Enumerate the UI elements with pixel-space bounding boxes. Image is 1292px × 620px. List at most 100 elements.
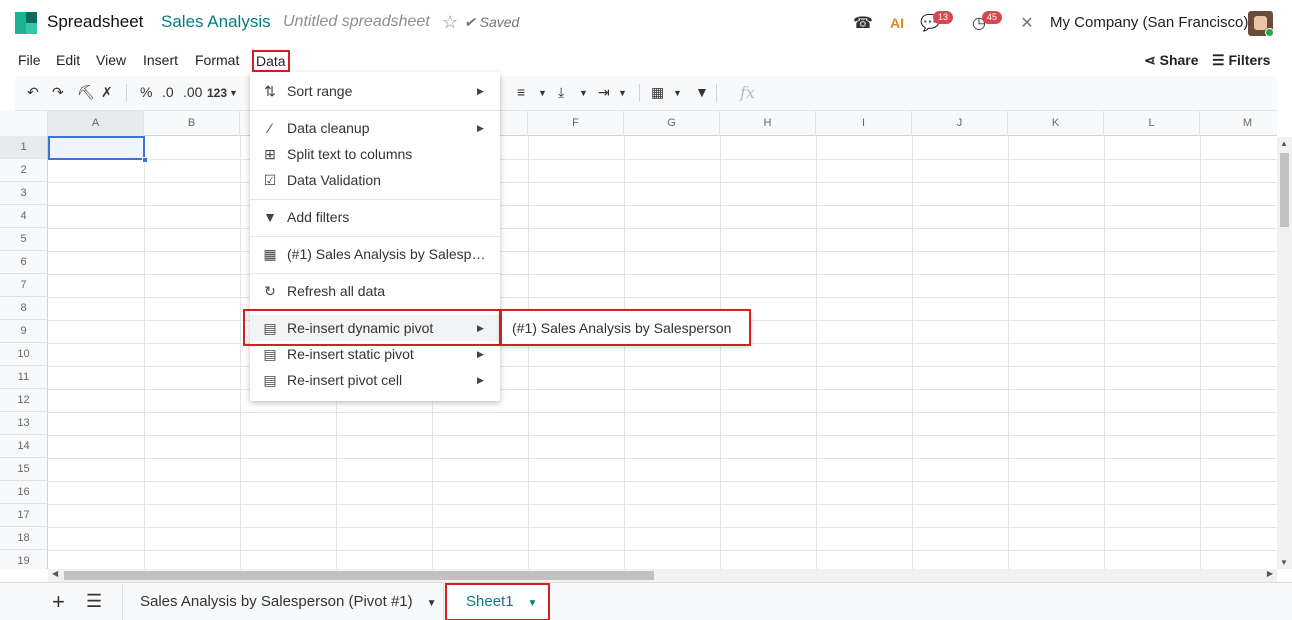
phone-icon[interactable]: ☎ [852, 12, 874, 34]
column-header[interactable]: F [528, 111, 624, 136]
column-header[interactable]: L [1104, 111, 1200, 136]
row-header[interactable]: 8 [0, 297, 48, 320]
format-percent-button[interactable]: % [140, 84, 152, 100]
menu-data[interactable]: Data [252, 50, 290, 72]
menu-edit[interactable]: Edit [56, 52, 80, 68]
star-icon[interactable]: ☆ [442, 12, 458, 33]
menu-file[interactable]: File [18, 52, 41, 68]
grid-line [48, 297, 1277, 298]
menu-item-reinsert-pivot-cell[interactable]: ▤ Re-insert pivot cell ▶ [250, 367, 500, 393]
row-header[interactable]: 3 [0, 182, 48, 205]
select-all-corner[interactable] [0, 111, 48, 136]
scroll-right-icon[interactable]: ▶ [1267, 569, 1273, 578]
menu-format[interactable]: Format [195, 52, 239, 68]
menu-insert[interactable]: Insert [143, 52, 178, 68]
sheet-tab-pivot[interactable]: Sales Analysis by Salesperson (Pivot #1)… [122, 583, 444, 620]
chevron-down-icon[interactable]: ▼ [427, 598, 437, 609]
pivot-table-icon: ▦ [263, 245, 277, 262]
row-header[interactable]: 4 [0, 205, 48, 228]
breadcrumb-sales-analysis[interactable]: Sales Analysis [161, 12, 271, 32]
column-header-row: A B C D E F G H I J K L M [0, 111, 1277, 136]
increase-decimal-button[interactable]: .00 [183, 84, 202, 100]
row-header[interactable]: 18 [0, 527, 48, 550]
add-sheet-icon[interactable]: + [52, 589, 65, 615]
chevron-down-icon[interactable]: ▼ [538, 88, 547, 98]
column-header[interactable]: H [720, 111, 816, 136]
menu-divider [250, 110, 500, 111]
autofill-handle[interactable] [142, 157, 148, 163]
table-format-icon[interactable]: ▦ [651, 84, 664, 101]
align-left-icon[interactable]: ≡ [517, 84, 525, 100]
row-header[interactable]: 10 [0, 343, 48, 366]
clear-format-icon[interactable]: ✗ [101, 84, 113, 101]
scroll-thumb[interactable] [1280, 153, 1289, 227]
column-header[interactable]: M [1200, 111, 1277, 136]
menu-item-add-filters[interactable]: ▼ Add filters [250, 204, 500, 230]
selected-cell-a1[interactable] [48, 136, 145, 160]
check-icon: ✔ [464, 14, 476, 30]
menu-item-data-cleanup[interactable]: ⁄ Data cleanup ▶ [250, 115, 500, 141]
share-button[interactable]: ⋖ Share [1144, 52, 1199, 69]
row-header[interactable]: 2 [0, 159, 48, 182]
tools-icon[interactable]: ✕ [1016, 12, 1038, 34]
menu-item-split-text[interactable]: ⊞ Split text to columns [250, 141, 500, 167]
grid-line [48, 504, 1277, 505]
decrease-decimal-button[interactable]: .0 [162, 84, 174, 100]
formula-bar[interactable]: fx [740, 83, 755, 102]
grid-line [48, 366, 1277, 367]
menu-item-sort-range[interactable]: ⇅ Sort range ▶ [250, 78, 500, 104]
list-sheets-icon[interactable]: ☰ [86, 591, 102, 612]
grid-line [48, 251, 1277, 252]
menu-item-refresh-all[interactable]: ↻ Refresh all data [250, 278, 500, 304]
scroll-left-icon[interactable]: ◀ [52, 569, 58, 578]
text-wrap-icon[interactable]: ⇥ [598, 84, 610, 101]
company-switcher[interactable]: My Company (San Francisco) [1050, 14, 1248, 31]
row-header[interactable]: 1 [0, 136, 48, 159]
undo-icon[interactable]: ↶ [27, 84, 39, 101]
menu-item-data-validation[interactable]: ☑ Data Validation [250, 167, 500, 193]
row-header[interactable]: 11 [0, 366, 48, 389]
chevron-down-icon[interactable]: ▼ [528, 598, 538, 609]
app-name[interactable]: Spreadsheet [47, 12, 143, 32]
chevron-down-icon[interactable]: ▼ [618, 88, 627, 98]
menu-view[interactable]: View [96, 52, 126, 68]
menu-item-pivot-sales-analysis[interactable]: ▦ (#1) Sales Analysis by Salesperson [250, 241, 500, 267]
vertical-align-icon[interactable]: ⤓ [558, 84, 564, 101]
filters-button[interactable]: ☰ Filters [1212, 52, 1270, 69]
row-header[interactable]: 16 [0, 481, 48, 504]
row-header[interactable]: 15 [0, 458, 48, 481]
scroll-up-icon[interactable]: ▲ [1280, 139, 1288, 148]
chevron-down-icon[interactable]: ▼ [673, 88, 682, 98]
row-header[interactable]: 13 [0, 412, 48, 435]
scroll-down-icon[interactable]: ▼ [1280, 558, 1288, 567]
column-header[interactable]: J [912, 111, 1008, 136]
chevron-down-icon[interactable]: ▼ [229, 88, 238, 98]
vertical-scrollbar[interactable]: ▲ ▼ [1277, 137, 1292, 569]
spreadsheet-app-icon[interactable] [15, 12, 37, 34]
row-header[interactable]: 14 [0, 435, 48, 458]
number-format-button[interactable]: 123 [207, 86, 227, 100]
row-header[interactable]: 19 [0, 550, 48, 569]
row-header[interactable]: 5 [0, 228, 48, 251]
row-header[interactable]: 17 [0, 504, 48, 527]
column-header[interactable]: B [144, 111, 240, 136]
row-header[interactable]: 7 [0, 274, 48, 297]
column-header[interactable]: G [624, 111, 720, 136]
row-header[interactable]: 12 [0, 389, 48, 412]
column-header[interactable]: K [1008, 111, 1104, 136]
chevron-down-icon[interactable]: ▼ [579, 88, 588, 98]
ai-icon[interactable]: AI [886, 12, 908, 34]
document-name[interactable]: Untitled spreadsheet [283, 13, 430, 31]
column-header[interactable]: I [816, 111, 912, 136]
filter-icon[interactable]: ▼ [695, 84, 709, 100]
row-header[interactable]: 6 [0, 251, 48, 274]
avatar[interactable] [1248, 11, 1273, 36]
row-header[interactable]: 9 [0, 320, 48, 343]
column-header[interactable]: A [48, 111, 144, 136]
horizontal-scrollbar[interactable]: ◀ ▶ [48, 569, 1277, 582]
redo-icon[interactable]: ↷ [52, 84, 64, 101]
submenu-item-sales-analysis[interactable]: (#1) Sales Analysis by Salesperson [512, 320, 731, 336]
paint-format-icon[interactable]: ⛏ [77, 84, 95, 101]
sheet-tab-sheet1[interactable]: Sheet1 ▼ [445, 583, 550, 620]
scroll-thumb[interactable] [64, 571, 654, 580]
